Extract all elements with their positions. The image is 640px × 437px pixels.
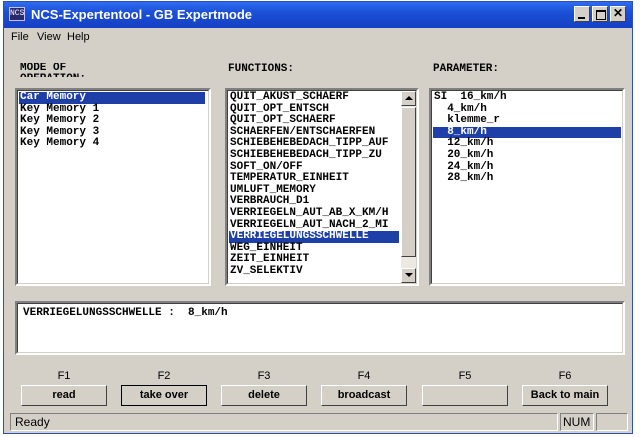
functions-list[interactable]: QUIT_AKUST_SCHAERF QUIT_OPT_ENTSCH QUIT_OP… (225, 88, 419, 286)
read-button[interactable]: read (21, 385, 107, 406)
mode-list-item[interactable]: Key Memory 4 (19, 138, 205, 150)
scroll-down-button[interactable] (401, 268, 416, 283)
minimize-button[interactable] (574, 6, 590, 22)
detail-box: VERRIEGELUNGSSCHWELLE : 8_km/h (15, 301, 625, 355)
fkey-label-f3: F3 (257, 370, 271, 382)
function-list-item[interactable]: SCHIEBEHEBEDACH_TIPP_ZU (229, 149, 399, 162)
arrow-down-icon (405, 273, 413, 277)
mode-list[interactable]: Car Memory Key Memory 1 Key Memory 2 Key Me… (15, 88, 211, 286)
function-list-item[interactable]: VERRIEGELUNGSSCHWELLE (229, 231, 399, 243)
parameter-list-item[interactable]: 20_km/h (433, 149, 621, 162)
take-over-button[interactable]: take over (121, 385, 207, 406)
fkey-label-f4: F4 (357, 370, 371, 382)
parameter-list-item[interactable]: 28_km/h (433, 173, 621, 185)
menu-bar: File View Help (4, 28, 632, 46)
fkey-label-f1: F1 (57, 370, 71, 382)
broadcast-button[interactable]: broadcast (321, 385, 407, 406)
status-num: NUM (560, 413, 594, 431)
maximize-button[interactable] (592, 6, 608, 22)
parameter-heading: PARAMETER: (433, 63, 500, 75)
parameter-list-item[interactable]: SI 16_km/h (433, 91, 621, 104)
status-text: Ready (10, 413, 558, 431)
status-blank (596, 413, 628, 431)
menu-file[interactable]: File (11, 31, 29, 43)
delete-button[interactable]: delete (221, 385, 307, 406)
arrow-up-icon (405, 96, 413, 100)
app-icon: NCS (9, 7, 25, 21)
fkey-label-f2: F2 (157, 370, 171, 382)
close-button[interactable]: ✕ (610, 6, 626, 22)
function-list-item[interactable]: QUIT_AKUST_SCHAERF (229, 91, 399, 104)
main-window: NCS NCS-Expertentool - GB Expertmode ✕ F… (3, 1, 633, 434)
minimize-icon (578, 17, 585, 19)
f5-button[interactable] (422, 385, 508, 406)
functions-heading: FUNCTIONS: (228, 63, 295, 75)
maximize-icon (596, 10, 606, 20)
function-list-item[interactable]: VERRIEGELN_AUT_AB_X_KM/H (229, 207, 399, 220)
function-list-item[interactable]: ZV_SELEKTIV (229, 265, 399, 278)
mode-list-item[interactable]: Car Memory (19, 91, 205, 104)
fkey-label-f5: F5 (458, 370, 472, 382)
functions-scrollbar[interactable] (401, 91, 416, 283)
title-bar: NCS NCS-Expertentool - GB Expertmode ✕ (4, 2, 632, 28)
menu-view[interactable]: View (37, 31, 61, 43)
mode-heading: MODE OF OPERATION: (20, 63, 86, 77)
back-to-main-button[interactable]: Back to main (522, 385, 608, 406)
scroll-up-button[interactable] (401, 91, 416, 106)
window-title: NCS-Expertentool - GB Expertmode (31, 7, 253, 22)
close-icon: ✕ (613, 6, 624, 20)
function-list-item[interactable]: TEMPERATUR_EINHEIT (229, 173, 399, 185)
fkey-label-f6: F6 (558, 370, 572, 382)
detail-text: VERRIEGELUNGSSCHWELLE : 8_km/h (23, 307, 228, 319)
parameter-list[interactable]: SI 16_km/h 4_km/h klemme_r 8_km/h 12_km/… (429, 88, 625, 286)
scroll-thumb[interactable] (401, 107, 416, 257)
menu-help[interactable]: Help (67, 31, 90, 43)
